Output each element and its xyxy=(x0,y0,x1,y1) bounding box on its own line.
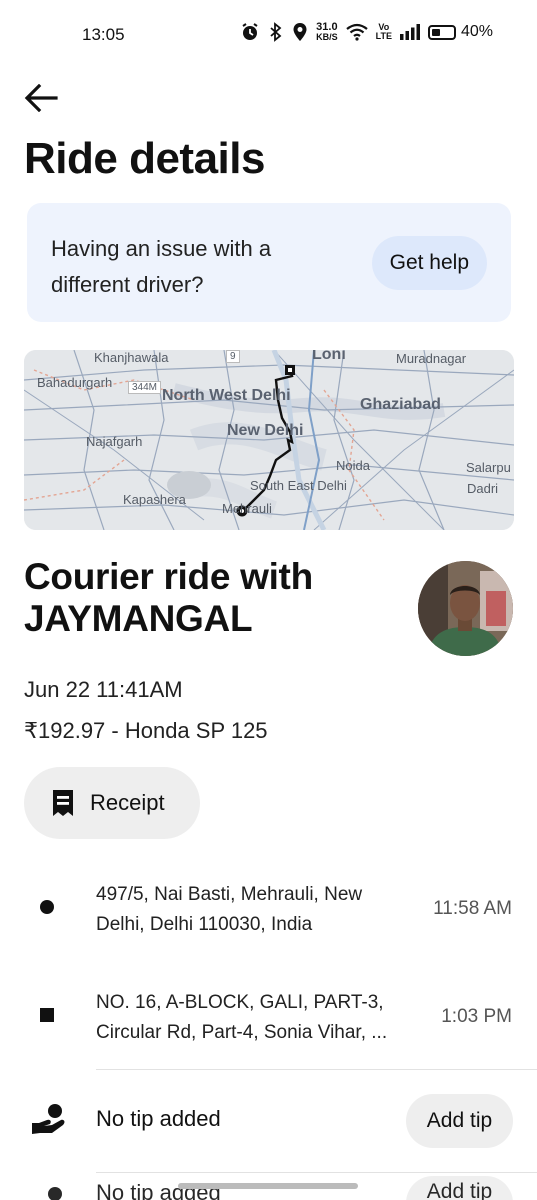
add-tip-button[interactable]: Add tip xyxy=(406,1094,513,1148)
wifi-icon xyxy=(345,23,368,41)
help-text: Having an issue with a different driver? xyxy=(51,236,272,297)
net-speed: 31.0 KB/S xyxy=(316,22,338,42)
pickup-stop: 497/5, Nai Basti, Mehrauli, New Delhi, D… xyxy=(0,878,537,948)
alarm-icon xyxy=(240,22,260,42)
pickup-time: 11:58 AM xyxy=(433,898,512,919)
receipt-icon xyxy=(53,790,73,816)
map-label-kapashera: Kapashera xyxy=(123,492,186,507)
ride-fare: ₹192.97 - Honda SP 125 xyxy=(24,718,268,743)
ride-title: Courier ride with JAYMANGAL xyxy=(24,556,313,639)
divider xyxy=(96,1069,537,1070)
battery-icon: 40% xyxy=(427,23,493,41)
dropoff-time: 1:03 PM xyxy=(441,1006,512,1027)
map-label-loni: Loni xyxy=(312,350,346,363)
signal-icon xyxy=(399,24,420,40)
map-label-mehrauli: Mehrauli xyxy=(222,501,272,516)
pickup-address: 497/5, Nai Basti, Mehrauli, New Delhi, D… xyxy=(96,884,363,935)
map-label-noida: Noida xyxy=(336,458,370,473)
receipt-label: Receipt xyxy=(90,790,165,815)
status-bar: 13:05 31.0 KB/S Vo LTE 40% xyxy=(0,0,537,68)
status-icons: 31.0 KB/S Vo LTE 40% xyxy=(240,22,493,42)
hand-coin-icon xyxy=(48,1187,62,1200)
map-label-dadri: Dadri xyxy=(467,481,499,496)
volte-bottom: LTE xyxy=(375,31,392,41)
page-title: Ride details xyxy=(24,134,265,183)
map-label-khanjhawala: Khanjhawala xyxy=(94,350,169,365)
dropoff-address: NO. 16, A-BLOCK, GALI, PART-3, Circular … xyxy=(96,992,388,1043)
route-map[interactable]: Khanjhawala 9 Loni Muradnagar Bahadurgar… xyxy=(24,350,514,530)
map-label-bahadurgarh: Bahadurgarh xyxy=(37,375,113,390)
pickup-circle-icon xyxy=(40,900,54,914)
clipped-add-tip-button[interactable]: Add tip xyxy=(406,1176,513,1200)
map-label-south-east-delhi: South East Delhi xyxy=(250,478,347,493)
get-help-button[interactable]: Get help xyxy=(371,236,487,290)
help-card: Having an issue with a different driver?… xyxy=(27,203,511,322)
location-icon xyxy=(292,22,308,42)
home-indicator[interactable] xyxy=(178,1183,358,1189)
net-speed-unit: KB/S xyxy=(316,32,338,42)
volte-icon: Vo LTE xyxy=(376,23,392,41)
hand-coin-icon xyxy=(32,1104,65,1134)
battery-body xyxy=(427,24,456,40)
dropoff-stop: NO. 16, A-BLOCK, GALI, PART-3, Circular … xyxy=(0,986,537,1056)
map-label-road-344m: 344M xyxy=(128,381,162,394)
ride-date: Jun 22 11:41AM xyxy=(24,677,183,702)
map-label-ghaziabad: Ghaziabad xyxy=(360,396,441,413)
driver-avatar xyxy=(418,561,513,656)
receipt-button[interactable]: Receipt xyxy=(24,767,200,839)
map-label-najafgarh: Najafgarh xyxy=(86,434,143,449)
arrow-left-icon xyxy=(24,84,58,112)
map-label-new-delhi: New Delhi xyxy=(227,422,304,439)
tip-row: No tip added Add tip xyxy=(0,1093,537,1149)
back-button[interactable] xyxy=(24,80,64,116)
map-label-salarpu: Salarpu xyxy=(466,460,511,475)
battery-percent: 40% xyxy=(460,23,493,40)
bluetooth-icon xyxy=(268,22,284,42)
dropoff-square-icon xyxy=(40,1008,54,1022)
status-time: 13:05 xyxy=(82,25,125,44)
tip-text: No tip added xyxy=(96,1106,221,1131)
battery-fill xyxy=(431,28,440,36)
divider xyxy=(96,1172,537,1173)
map-label-road-9: 9 xyxy=(226,350,240,363)
map-label-muradnagar: Muradnagar xyxy=(396,351,467,366)
map-label-north-west-delhi: North West Delhi xyxy=(162,387,291,404)
